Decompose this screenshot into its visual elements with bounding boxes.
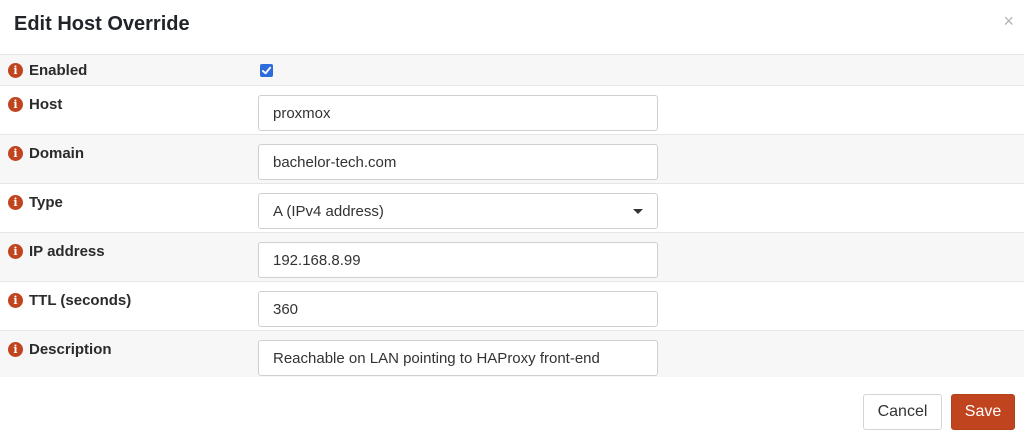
dialog-footer: Cancel Save [0,377,1024,441]
field-label-ip-address: i IP address [8,243,105,260]
field-label-ttl: i TTL (seconds) [8,292,131,309]
row-host: i Host proxmox [0,86,1024,135]
enabled-checkbox[interactable] [260,64,273,77]
field-label-enabled: i Enabled [8,62,87,79]
row-description: i Description Reachable on LAN pointing … [0,331,1024,377]
type-select-value: A (IPv4 address) [273,202,384,220]
info-icon[interactable]: i [8,293,23,308]
field-label-domain: i Domain [8,145,84,162]
field-label-host: i Host [8,96,62,113]
info-icon[interactable]: i [8,195,23,210]
row-ttl: i TTL (seconds) 360 [0,282,1024,331]
domain-input[interactable]: bachelor-tech.com [258,144,658,180]
row-domain: i Domain bachelor-tech.com [0,135,1024,184]
dialog-title: Edit Host Override [14,13,190,35]
ttl-input[interactable]: 360 [258,291,658,327]
row-enabled: i Enabled [0,55,1024,86]
dialog-header: Edit Host Override × [0,0,1024,55]
info-icon[interactable]: i [8,63,23,78]
description-input[interactable]: Reachable on LAN pointing to HAProxy fro… [258,340,658,376]
caret-down-icon [633,208,643,214]
type-select[interactable]: A (IPv4 address) [258,193,658,229]
cancel-button[interactable]: Cancel [863,394,942,430]
edit-host-override-dialog: Edit Host Override × i Enabled i Host pr… [0,0,1024,441]
save-button[interactable]: Save [951,394,1015,430]
host-input[interactable]: proxmox [258,95,658,131]
info-icon[interactable]: i [8,146,23,161]
info-icon[interactable]: i [8,342,23,357]
info-icon[interactable]: i [8,244,23,259]
dialog-body: i Enabled i Host proxmox i Domain bachel… [0,55,1024,377]
ip-address-input[interactable]: 192.168.8.99 [258,242,658,278]
close-icon[interactable]: × [1003,11,1014,31]
info-icon[interactable]: i [8,97,23,112]
field-label-description: i Description [8,341,112,358]
field-label-type: i Type [8,194,63,211]
row-ip-address: i IP address 192.168.8.99 [0,233,1024,282]
check-icon [261,66,272,75]
row-type: i Type A (IPv4 address) [0,184,1024,233]
